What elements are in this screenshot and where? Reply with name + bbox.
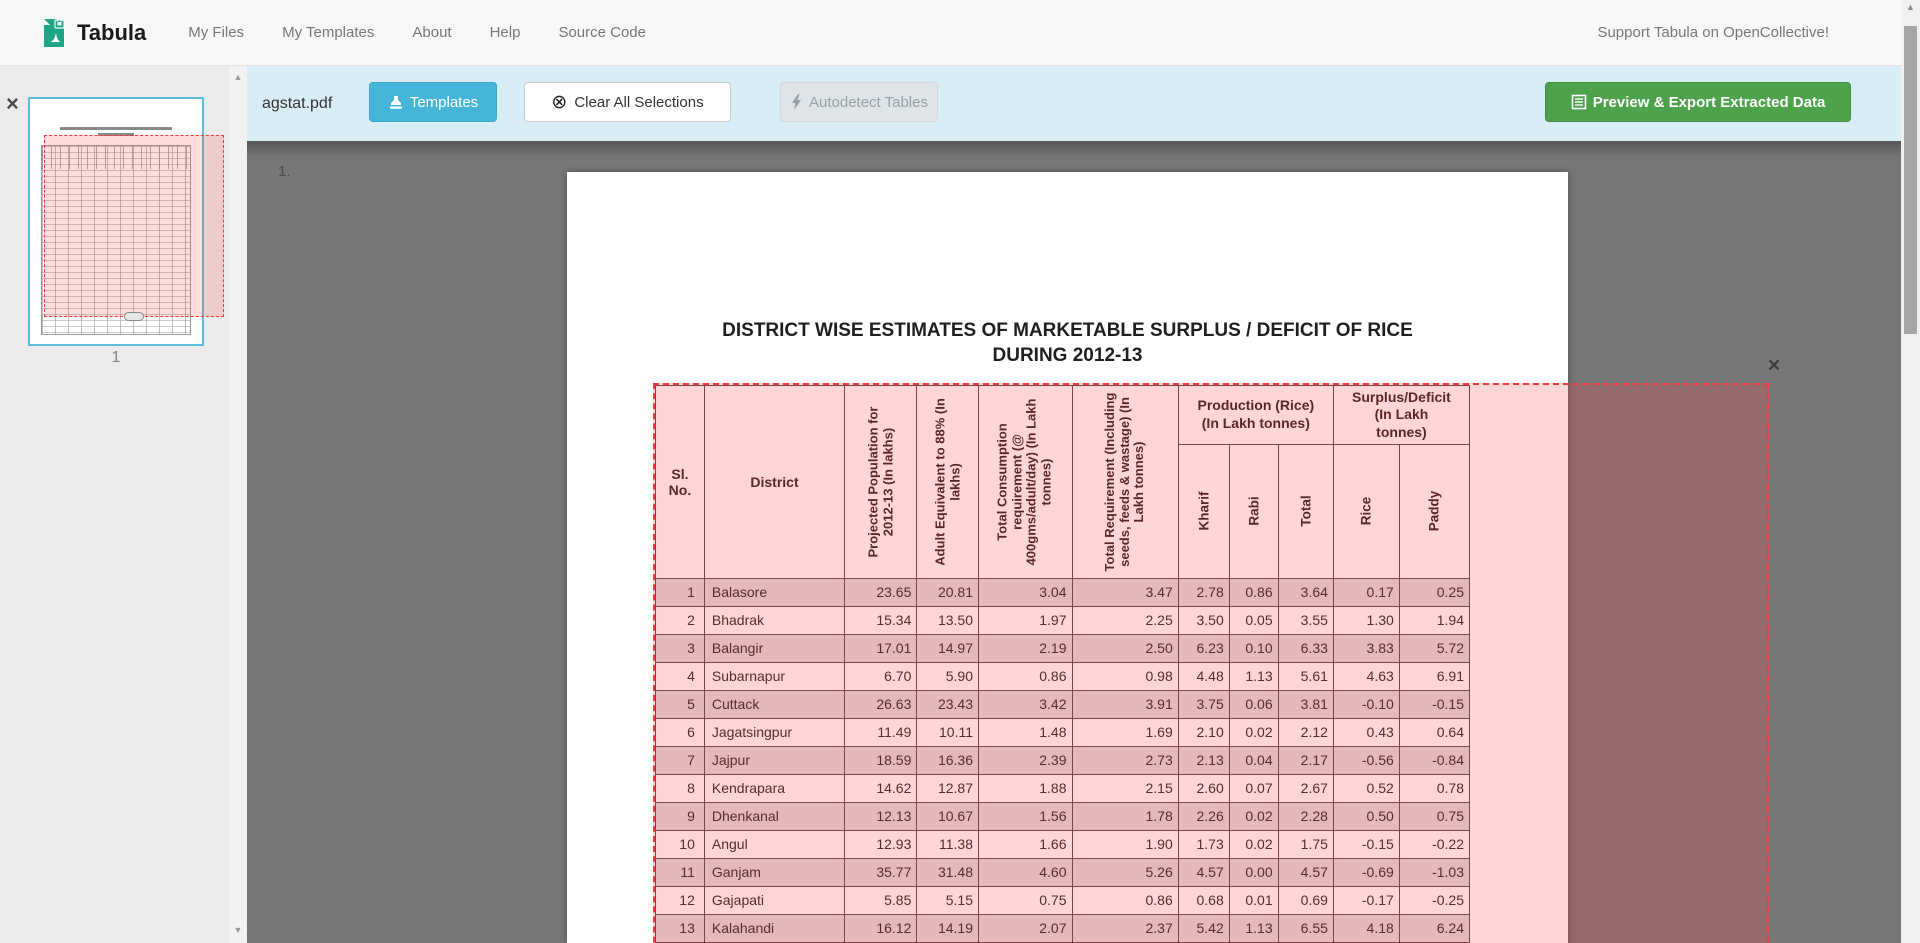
mini-title-bar	[60, 127, 172, 130]
templates-button[interactable]: Templates	[369, 82, 497, 122]
table-list-icon	[1571, 94, 1587, 110]
page-marker: 1.	[278, 163, 291, 180]
tabula-app: Tabula My Files My Templates About Help …	[0, 0, 1920, 943]
scroll-up-icon[interactable]: ▲	[229, 70, 247, 84]
lightning-bolt-icon	[790, 94, 803, 110]
clear-button-label: Clear All Selections	[574, 94, 703, 111]
selection-close-icon[interactable]: ×	[1762, 354, 1786, 378]
top-shadow	[247, 141, 1901, 157]
autodetect-button-label: Autodetect Tables	[809, 94, 928, 111]
nav-links: My Files My Templates About Help Source …	[188, 24, 684, 41]
support-link[interactable]: Support Tabula on OpenCollective!	[1597, 24, 1829, 41]
thumbnail-page-number: 1	[28, 349, 204, 367]
nav-item-help[interactable]: Help	[490, 24, 521, 41]
autodetect-tables-button[interactable]: Autodetect Tables	[780, 82, 938, 122]
export-button-label: Preview & Export Extracted Data	[1593, 94, 1826, 111]
template-stamp-icon	[388, 94, 404, 110]
remove-page-icon[interactable]: ×	[6, 94, 19, 114]
nav-item-my-templates[interactable]: My Templates	[282, 24, 374, 41]
scrollbar-thumb[interactable]	[1904, 26, 1917, 334]
nav-item-about[interactable]: About	[412, 24, 451, 41]
window-scrollbar[interactable]: ▲	[1901, 0, 1920, 943]
scroll-down-icon[interactable]: ▼	[229, 923, 247, 937]
brand-link[interactable]: Tabula	[38, 15, 146, 51]
toolbar: agstat.pdf Templates ⊗ Clear All Selecti…	[247, 66, 1901, 141]
page-thumbnail-sidebar: × 1 ▲ ▼	[0, 66, 247, 943]
circle-x-icon: ⊗	[551, 93, 567, 112]
navbar: Tabula My Files My Templates About Help …	[0, 0, 1901, 66]
brand-name: Tabula	[77, 20, 146, 46]
page-thumbnail[interactable]	[28, 97, 204, 346]
pdf-table-title: DISTRICT WISE ESTIMATES OF MARKETABLE SU…	[567, 318, 1568, 368]
pdf-title-line1: DISTRICT WISE ESTIMATES OF MARKETABLE SU…	[567, 318, 1568, 343]
scrollbar-up-icon[interactable]: ▲	[1901, 2, 1920, 12]
nav-item-my-files[interactable]: My Files	[188, 24, 244, 41]
templates-button-label: Templates	[410, 94, 478, 111]
selection-overlay[interactable]	[653, 383, 1769, 943]
preview-export-button[interactable]: Preview & Export Extracted Data	[1545, 82, 1851, 122]
pdf-title-line2: DURING 2012-13	[567, 343, 1568, 368]
mini-selection-resize-handle[interactable]	[124, 312, 144, 321]
sidebar-scrollbar[interactable]: ▲ ▼	[229, 66, 247, 943]
mini-selection-box[interactable]	[44, 135, 224, 317]
nav-item-source-code[interactable]: Source Code	[558, 24, 646, 41]
document-viewport: 1. DISTRICT WISE ESTIMATES OF MARKETABLE…	[247, 141, 1901, 943]
filename-label: agstat.pdf	[262, 66, 332, 141]
tabula-logo-icon	[38, 15, 68, 51]
clear-all-selections-button[interactable]: ⊗ Clear All Selections	[524, 82, 731, 122]
